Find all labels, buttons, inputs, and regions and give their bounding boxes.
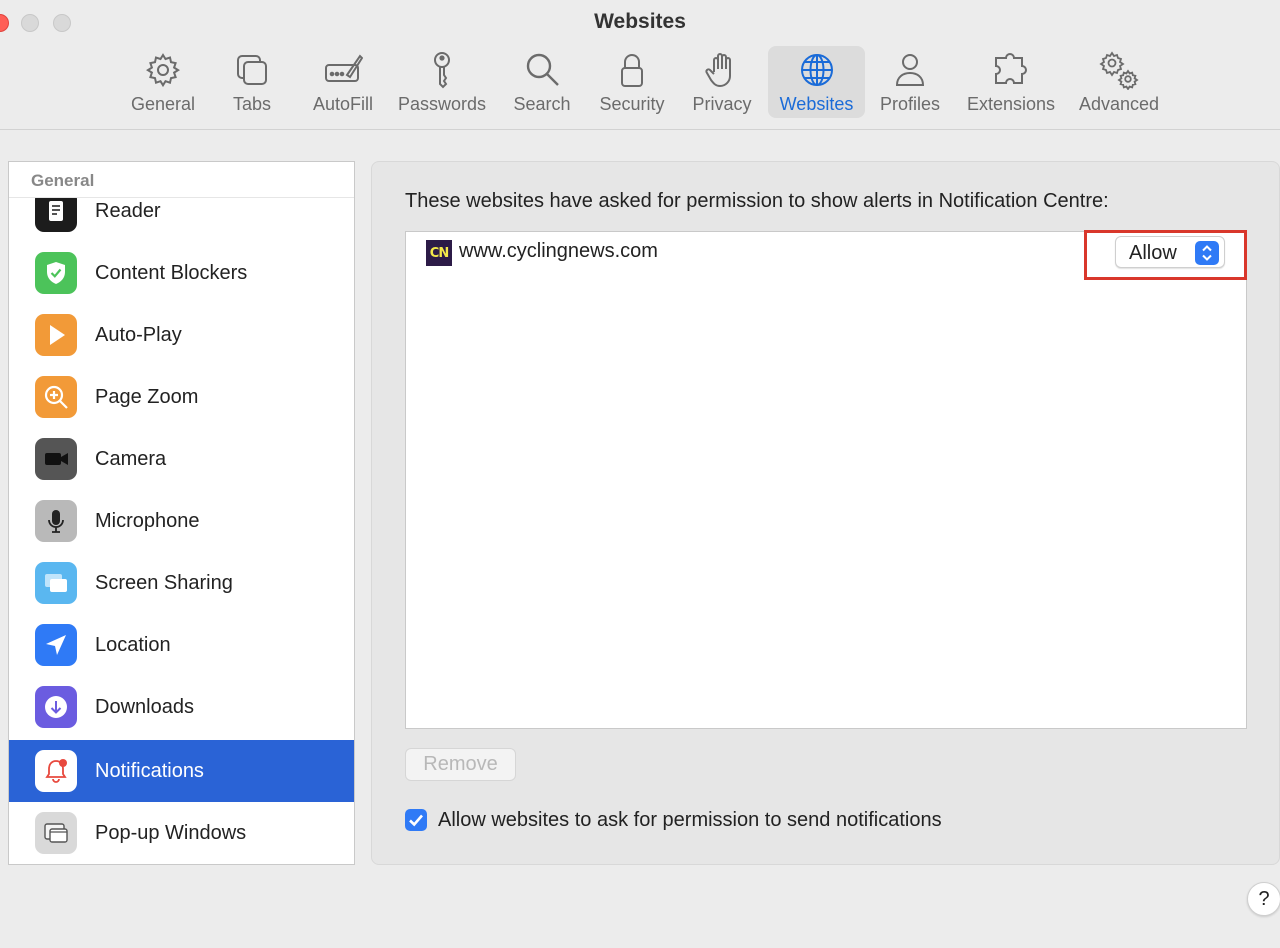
title-bar: Websites (0, 0, 1280, 40)
sidebar-item-content-blockers[interactable]: Content Blockers (9, 242, 354, 304)
sidebar-item-auto-play[interactable]: Auto-Play (9, 304, 354, 366)
permission-select[interactable]: Allow (1115, 236, 1225, 268)
tab-profiles[interactable]: Profiles (874, 46, 946, 118)
sidebar-item-notifications[interactable]: Notifications (9, 740, 354, 802)
allow-permission-requests-checkbox[interactable] (405, 809, 427, 831)
preferences-toolbar: General Tabs AutoFill Passwords Search S… (0, 40, 1280, 130)
allow-permission-requests-row[interactable]: Allow websites to ask for permission to … (405, 807, 942, 833)
sidebar-item-microphone[interactable]: Microphone (9, 490, 354, 552)
sidebar-item-location[interactable]: Location (9, 614, 354, 676)
key-icon (434, 52, 450, 89)
tab-advanced[interactable]: Advanced (1074, 46, 1164, 118)
tab-extensions[interactable]: Extensions (962, 46, 1060, 118)
screen-sharing-icon (35, 562, 77, 604)
popup-windows-icon (35, 812, 77, 854)
magnifier-icon (526, 53, 559, 86)
sidebar-item-pop-up-windows[interactable]: Pop-up Windows (9, 802, 354, 864)
lock-icon (621, 54, 643, 87)
hand-icon (705, 53, 731, 88)
sidebar-item-downloads[interactable]: Downloads (9, 676, 354, 738)
bell-icon (35, 750, 77, 792)
microphone-icon (35, 500, 77, 542)
settings-sidebar[interactable]: General Reader Content Blockers Auto-Pla… (8, 161, 355, 865)
person-icon (895, 54, 925, 86)
tabs-icon (237, 55, 267, 85)
permission-prompt-text: These websites have asked for permission… (405, 190, 1109, 212)
download-icon (35, 686, 77, 728)
tab-tabs[interactable]: Tabs (218, 46, 286, 118)
autofill-icon (325, 54, 363, 82)
site-name: www.cyclingnews.com (459, 240, 658, 262)
globe-icon (800, 54, 833, 86)
tab-general[interactable]: General (122, 46, 204, 118)
sidebar-item-screen-sharing[interactable]: Screen Sharing (9, 552, 354, 614)
sidebar-item-page-zoom[interactable]: Page Zoom (9, 366, 354, 428)
shield-check-icon (35, 252, 77, 294)
sidebar-item-camera[interactable]: Camera (9, 428, 354, 490)
zoom-icon (35, 376, 77, 418)
puzzle-icon (995, 53, 1027, 84)
location-arrow-icon (35, 624, 77, 666)
gear-icon (146, 53, 180, 88)
camera-icon (35, 438, 77, 480)
window-title: Websites (594, 10, 686, 33)
tab-autofill[interactable]: AutoFill (302, 46, 384, 118)
remove-button[interactable]: Remove (405, 748, 516, 781)
help-button[interactable]: ? (1247, 882, 1280, 916)
table-row[interactable]: CN www.cyclingnews.com Allow (406, 232, 1246, 274)
tab-websites[interactable]: Websites (768, 46, 865, 118)
stepper-chevrons-icon (1195, 241, 1219, 265)
tab-passwords[interactable]: Passwords (396, 46, 488, 118)
tab-security[interactable]: Security (592, 46, 672, 118)
checkmark-icon (409, 814, 423, 827)
play-icon (35, 314, 77, 356)
notifications-panel: These websites have asked for permission… (371, 161, 1280, 865)
gears-icon (1099, 51, 1139, 90)
tab-privacy[interactable]: Privacy (688, 46, 756, 118)
sidebar-section-header: General (9, 162, 354, 198)
cyclingnews-favicon-icon: CN (426, 240, 452, 266)
tab-search[interactable]: Search (506, 46, 578, 118)
websites-list[interactable]: CN www.cyclingnews.com Allow (405, 231, 1247, 729)
